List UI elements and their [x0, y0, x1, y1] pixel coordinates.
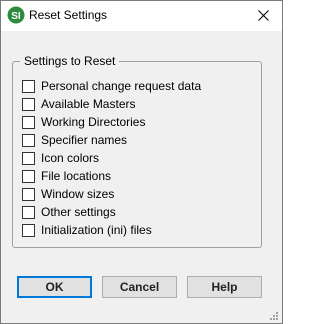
- option-specifier-names[interactable]: Specifier names: [22, 132, 127, 148]
- checkbox[interactable]: [22, 169, 35, 183]
- title-bar[interactable]: SI Reset Settings: [1, 1, 282, 31]
- window-title: Reset Settings: [29, 8, 108, 22]
- settings-to-reset-group: Settings to Reset Personal change reques…: [12, 54, 262, 248]
- svg-text:SI: SI: [11, 11, 21, 22]
- checkbox[interactable]: [22, 205, 35, 219]
- help-button[interactable]: Help: [187, 276, 262, 298]
- option-window-sizes[interactable]: Window sizes: [22, 186, 114, 202]
- option-initialization-files[interactable]: Initialization (ini) files: [22, 222, 152, 238]
- option-label: File locations: [41, 169, 112, 183]
- option-available-masters[interactable]: Available Masters: [22, 96, 136, 112]
- checkbox[interactable]: [22, 223, 35, 237]
- checkbox[interactable]: [22, 151, 35, 165]
- option-label: Working Directories: [41, 115, 146, 129]
- option-label: Specifier names: [41, 133, 128, 147]
- option-icon-colors[interactable]: Icon colors: [22, 150, 99, 166]
- checkbox[interactable]: [22, 187, 35, 201]
- group-legend: Settings to Reset: [20, 54, 120, 68]
- checkbox[interactable]: [22, 79, 35, 93]
- option-working-directories[interactable]: Working Directories: [22, 114, 145, 130]
- option-label: Icon colors: [41, 151, 100, 165]
- checkbox[interactable]: [22, 133, 35, 147]
- option-label: Personal change request data: [41, 79, 202, 93]
- option-other-settings[interactable]: Other settings: [22, 204, 116, 220]
- option-label: Initialization (ini) files: [41, 223, 152, 237]
- checkbox[interactable]: [22, 115, 35, 129]
- resize-grip-icon[interactable]: [269, 310, 279, 320]
- cancel-button[interactable]: Cancel: [102, 276, 177, 298]
- checkbox[interactable]: [22, 97, 35, 111]
- option-file-locations[interactable]: File locations: [22, 168, 111, 184]
- option-label: Other settings: [41, 205, 116, 219]
- reset-settings-dialog: SI Reset Settings Settings to Reset Pers…: [0, 0, 283, 324]
- option-personal-change-request-data[interactable]: Personal change request data: [22, 78, 201, 94]
- ok-button[interactable]: OK: [17, 276, 92, 298]
- close-button[interactable]: [248, 3, 278, 27]
- close-icon: [257, 9, 269, 21]
- option-label: Window sizes: [41, 187, 115, 201]
- option-label: Available Masters: [41, 97, 136, 111]
- si-logo-icon: SI: [7, 6, 25, 24]
